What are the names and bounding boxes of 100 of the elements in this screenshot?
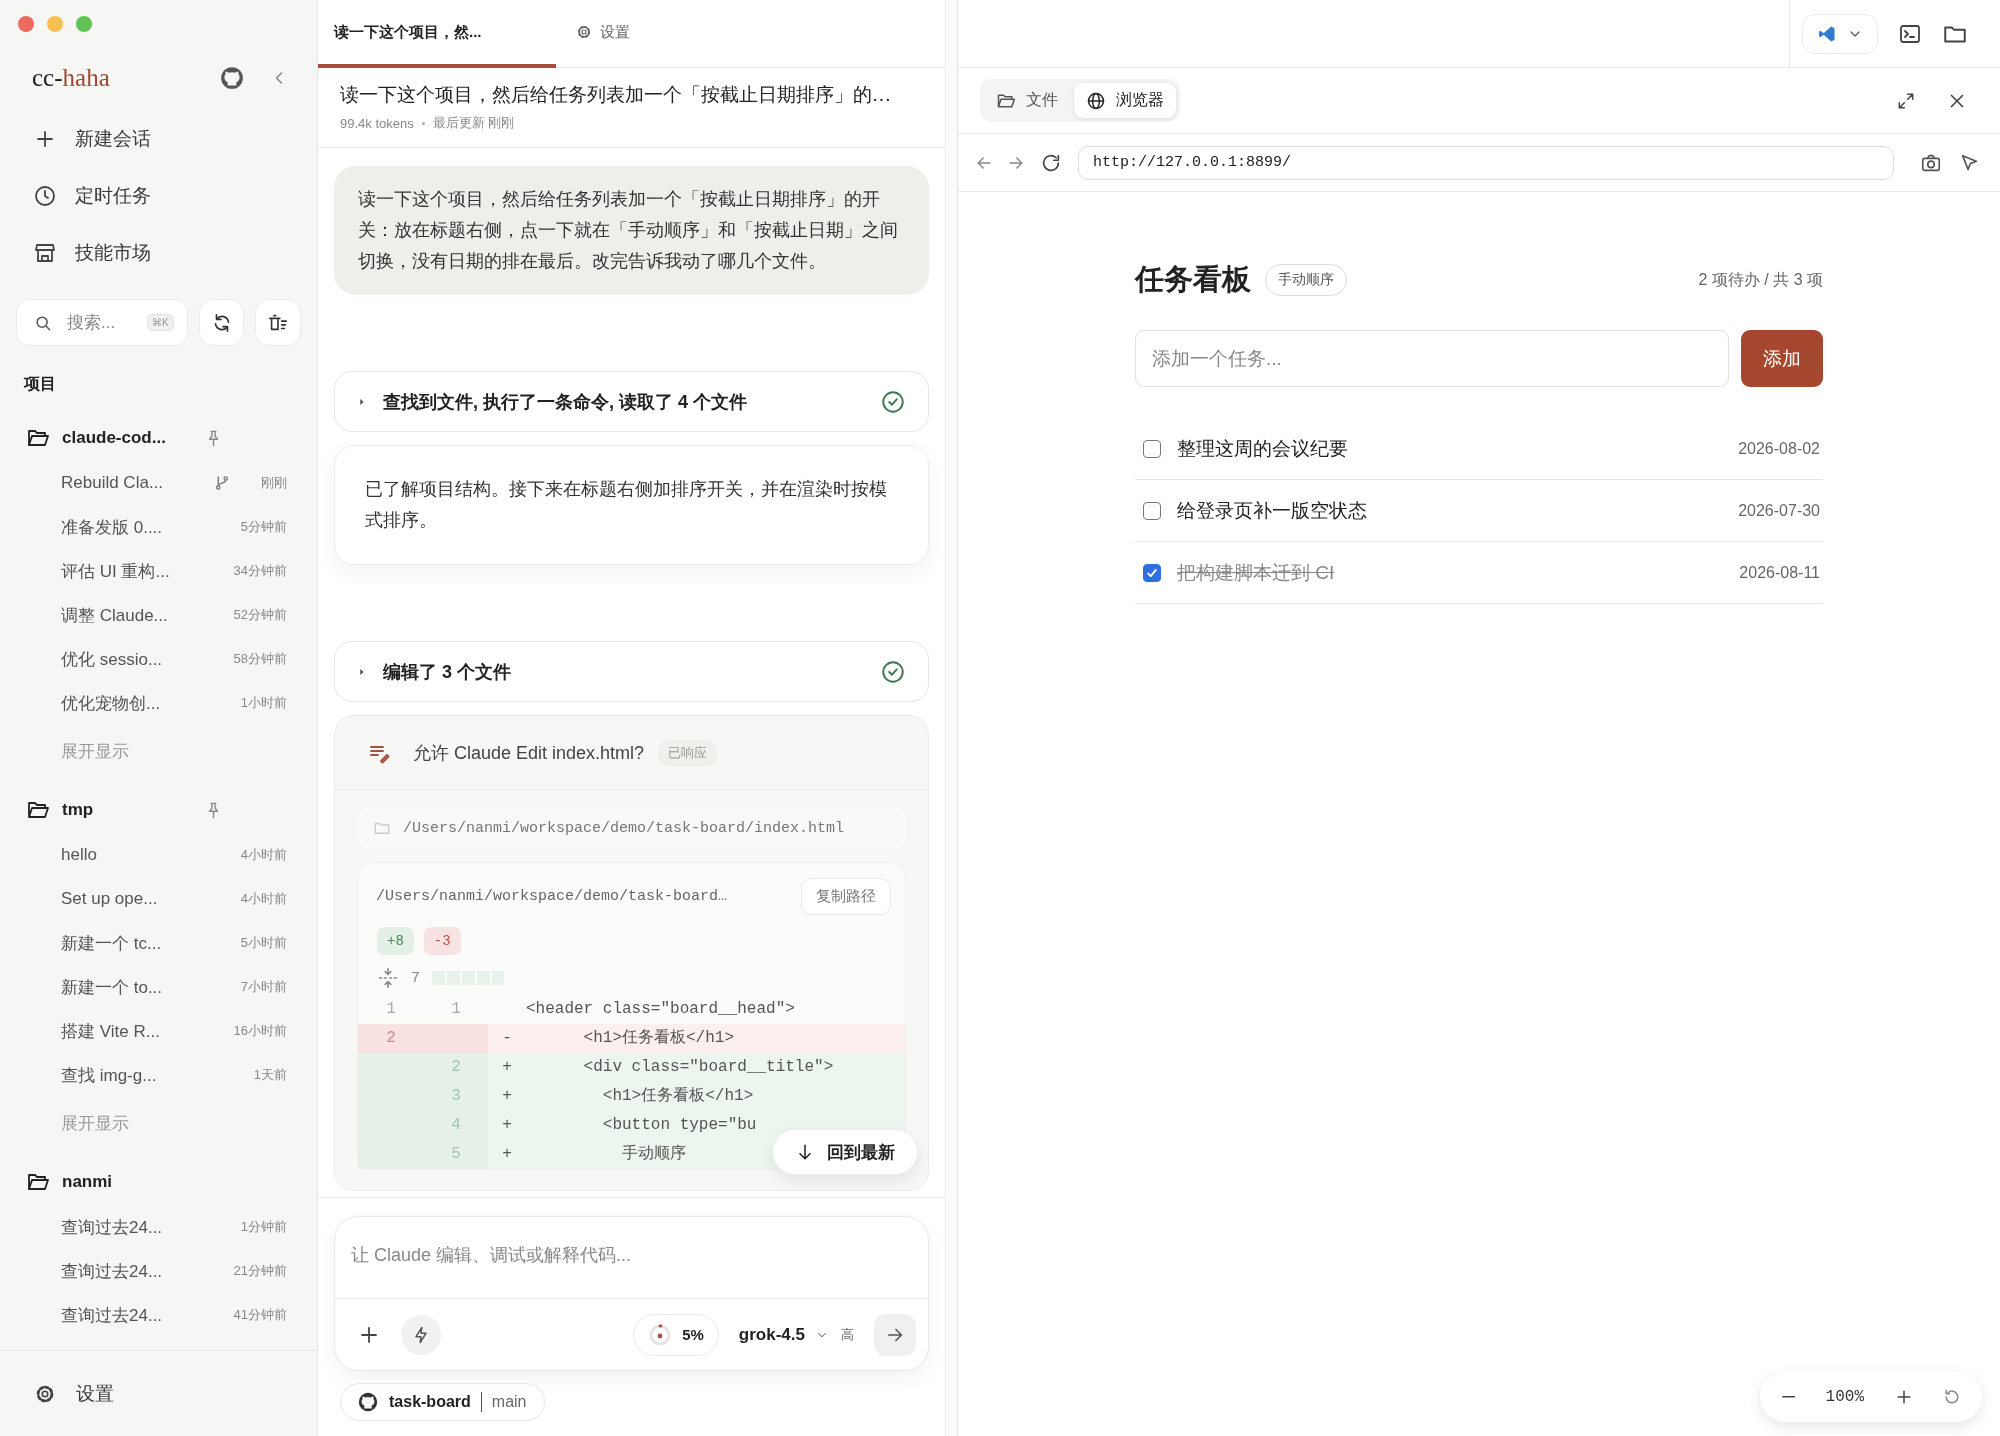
- app-logo: cc-haha: [32, 64, 111, 92]
- refresh-button[interactable]: [198, 299, 245, 346]
- globe-icon: [1086, 90, 1106, 111]
- session-item[interactable]: 调整 Claude... 52分钟前: [0, 593, 317, 637]
- conversation-title: 读一下这个项目，然后给任务列表加一个「按截止日期排序」的…: [340, 83, 892, 107]
- forward-button[interactable]: [1008, 154, 1024, 171]
- line-number: 1: [450, 999, 462, 1020]
- session-item[interactable]: 搭建 Vite R... 16小时前: [0, 1009, 317, 1053]
- line-number: 2: [424, 1053, 488, 1082]
- session-item[interactable]: hello 4小时前: [0, 833, 317, 877]
- scroll-to-latest-button[interactable]: 回到最新: [772, 1129, 918, 1175]
- branch-name: main: [491, 1393, 527, 1411]
- reset-icon: [1942, 1387, 1962, 1407]
- diff-sign: -: [488, 1024, 526, 1053]
- add-button[interactable]: 添加: [1741, 330, 1823, 387]
- session-time: 刚刚: [261, 474, 287, 492]
- line-number: 3: [424, 1082, 488, 1111]
- status-badge: 已响应: [658, 739, 718, 766]
- session-time: 41分钟前: [233, 1306, 287, 1324]
- session-item[interactable]: 查询过去24... 1分钟前: [0, 1205, 317, 1249]
- line-number: 2: [358, 1024, 424, 1053]
- due-date: 2026-08-02: [1738, 439, 1820, 458]
- send-button[interactable]: [874, 1313, 916, 1356]
- minus-icon: [1782, 1396, 1796, 1398]
- section-heading: 项目: [22, 374, 57, 394]
- updated-time: 最后更新 刚刚: [432, 114, 515, 132]
- project-folder[interactable]: claude-cod...: [0, 415, 317, 461]
- zoom-level: 100%: [1825, 1388, 1864, 1406]
- session-item[interactable]: 优化宠物创... 1小时前: [0, 681, 317, 725]
- nav-item[interactable]: 新建会话: [0, 110, 317, 167]
- assistant-message: 已了解项目结构。接下来在标题右侧加排序开关，并在渲染时按模式排序。: [365, 478, 888, 532]
- task-input[interactable]: 添加一个任务...: [1135, 330, 1729, 387]
- settings-item[interactable]: 设置: [0, 1365, 114, 1422]
- nav-item[interactable]: 定时任务: [0, 167, 317, 224]
- tool-summary-card[interactable]: 编辑了 3 个文件: [334, 641, 929, 702]
- clock-icon: [33, 183, 57, 208]
- sort-toggle-button[interactable]: 手动顺序: [1265, 264, 1347, 296]
- removed-count: -3: [423, 927, 461, 955]
- checkbox[interactable]: [1143, 563, 1161, 582]
- project-folder[interactable]: tmp: [0, 787, 317, 833]
- tab[interactable]: 浏览器: [1074, 83, 1176, 118]
- project-folder[interactable]: nanmi: [0, 1159, 317, 1205]
- back-button[interactable]: [976, 154, 992, 171]
- tool-summary-card[interactable]: 查找到文件, 执行了一条命令, 读取了 4 个文件: [334, 371, 929, 432]
- task-title: 把构建脚本迁到 CI: [1177, 560, 1335, 585]
- tab[interactable]: 读一下这个项目，然...: [318, 0, 556, 68]
- quick-action-button[interactable]: [401, 1314, 441, 1355]
- task-count: 2 项待办 / 共 3 项: [1698, 269, 1823, 290]
- tool-summary: 编辑了 3 个文件: [383, 660, 512, 684]
- effort-level[interactable]: 高: [841, 1325, 854, 1344]
- diff-sign: +: [488, 1111, 526, 1140]
- permission-title: 允许 Claude Edit index.html?: [413, 741, 645, 765]
- session-time: 5小时前: [240, 934, 287, 952]
- context-ring-icon: [648, 1322, 673, 1347]
- session-item[interactable]: 查找 img-g... 1天前: [0, 1053, 317, 1097]
- expand-lines-icon[interactable]: [377, 967, 399, 989]
- session-time: 4小时前: [240, 890, 287, 908]
- checkbox[interactable]: [1143, 501, 1161, 520]
- copy-path-button[interactable]: 复制路径: [801, 877, 891, 915]
- reset-zoom-button[interactable]: [1944, 1389, 1960, 1405]
- composer-box[interactable]: 让 Claude 编辑、调试或解释代码... 5% grok-4.5 高: [334, 1216, 929, 1371]
- session-item[interactable]: 优化 sessio... 58分钟前: [0, 637, 317, 681]
- open-in-editor-button[interactable]: [1802, 13, 1878, 54]
- session-item[interactable]: 评估 UI 重构... 34分钟前: [0, 549, 317, 593]
- cat-icon: [357, 1391, 379, 1413]
- diff-sign: +: [488, 1053, 526, 1082]
- tab[interactable]: 文件: [984, 83, 1070, 118]
- due-date: 2026-07-30: [1738, 501, 1820, 520]
- session-time: 52分钟前: [233, 606, 287, 624]
- session-item[interactable]: 查询过去24... 21分钟前: [0, 1249, 317, 1293]
- clear-sessions-button[interactable]: [255, 299, 301, 346]
- diff-sign: +: [488, 1140, 526, 1169]
- nav-item[interactable]: 技能市场: [0, 224, 317, 281]
- address-field[interactable]: http://127.0.0.1:8899/: [1078, 145, 1894, 180]
- settings-icon: [576, 24, 592, 40]
- file-path: /Users/nanmi/workspace/demo/task-board/index.html: [403, 819, 845, 837]
- session-item[interactable]: 新建一个 to... 7小时前: [0, 965, 317, 1009]
- session-item[interactable]: Set up ope... 4小时前: [0, 877, 317, 921]
- session-item[interactable]: Rebuild Cla... 刚刚: [0, 461, 317, 505]
- session-time: 58分钟前: [233, 650, 287, 668]
- task-title: 给登录页补一版空状态: [1177, 498, 1367, 523]
- diff-sign: +: [488, 1082, 526, 1111]
- line-number: 1: [385, 999, 397, 1020]
- prompt-input[interactable]: 让 Claude 编辑、调试或解释代码...: [335, 1217, 928, 1299]
- code-line: <header class="board__head">: [526, 999, 796, 1020]
- repository-name: task-board: [389, 1393, 471, 1411]
- file-path: /Users/nanmi/workspace/demo/task-board…: [376, 887, 728, 905]
- separator-dot: [421, 121, 425, 125]
- session-item[interactable]: 查询过去24... 41分钟前: [0, 1293, 317, 1337]
- line-number: 4: [424, 1111, 488, 1140]
- session-item[interactable]: 新建一个 tc... 5小时前: [0, 921, 317, 965]
- tab[interactable]: 设置: [556, 0, 646, 68]
- checkbox[interactable]: [1143, 439, 1161, 458]
- close-window-button[interactable]: [18, 16, 34, 32]
- session-item[interactable]: 准备发版 0.... 5分钟前: [0, 505, 317, 549]
- repository-link-button[interactable]: [219, 65, 245, 91]
- session-time: 1分钟前: [240, 1218, 287, 1236]
- search-input[interactable]: 搜索...: [65, 311, 135, 334]
- model-selector[interactable]: grok-4.5: [738, 1324, 829, 1345]
- task-title: 整理这周的会议纪要: [1177, 436, 1348, 461]
